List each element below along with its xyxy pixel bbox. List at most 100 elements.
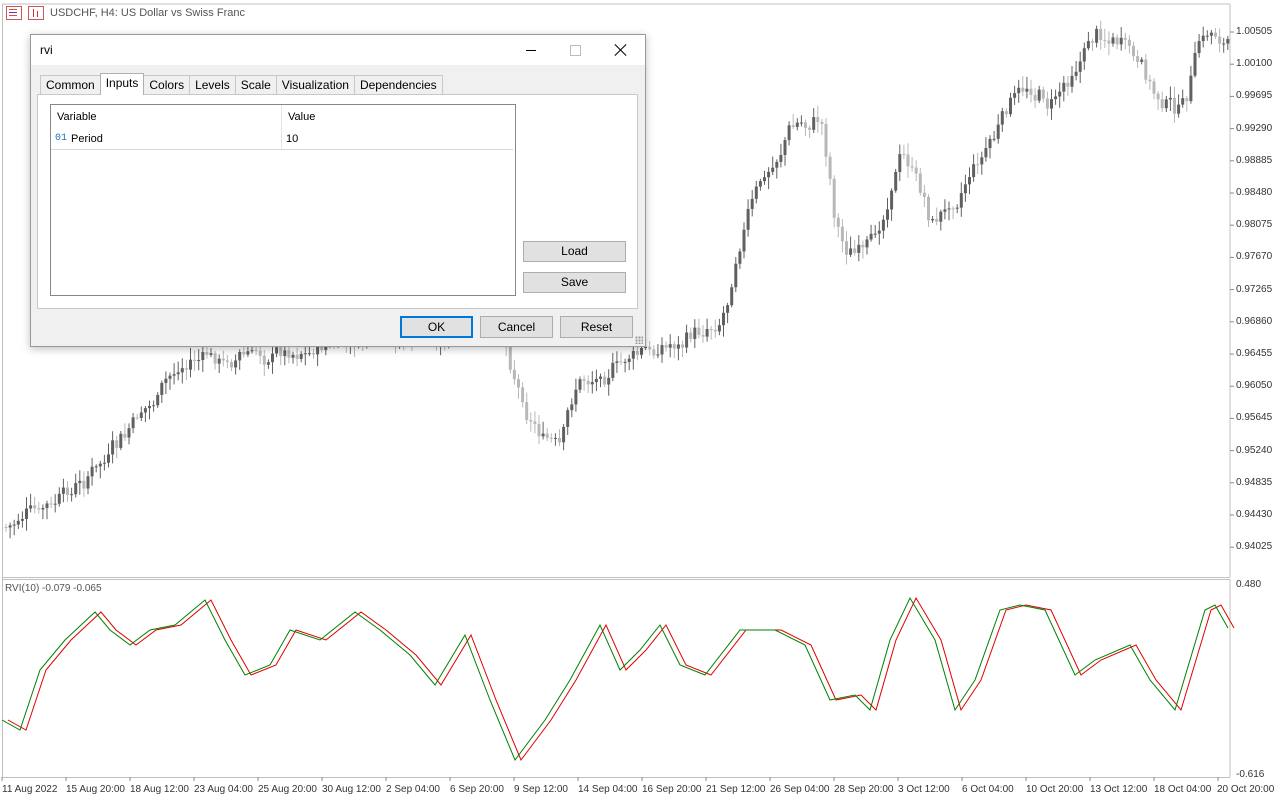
tab-scale[interactable]: Scale xyxy=(234,75,277,95)
dialog-titlebar[interactable]: rvi xyxy=(31,35,645,65)
candle-body xyxy=(279,347,283,357)
rvi-indicator xyxy=(1,596,1235,761)
candle-body xyxy=(1021,87,1025,92)
tab-visualization[interactable]: Visualization xyxy=(275,75,355,95)
time-label: 9 Sep 12:00 xyxy=(514,784,568,795)
candle-body xyxy=(86,476,90,489)
candle-body xyxy=(676,344,680,349)
minimize-button[interactable] xyxy=(509,35,553,65)
candle-body xyxy=(1103,40,1107,42)
resize-grip-icon[interactable] xyxy=(635,336,643,344)
candle-body xyxy=(795,122,799,127)
candle-body xyxy=(1193,53,1197,76)
candle-body xyxy=(1156,93,1160,100)
time-label: 6 Sep 20:00 xyxy=(450,784,504,795)
candle-body xyxy=(758,181,762,187)
cancel-button[interactable]: Cancel xyxy=(480,316,553,338)
candle-body xyxy=(582,379,586,381)
candle-body xyxy=(648,346,652,350)
candle-body xyxy=(631,351,635,359)
candle-body xyxy=(246,351,250,355)
close-icon xyxy=(615,44,627,56)
variable-name: Period xyxy=(71,133,103,145)
candle-body xyxy=(545,433,549,438)
candle-body xyxy=(1214,32,1217,37)
tab-levels[interactable]: Levels xyxy=(189,75,236,95)
load-button[interactable]: Load xyxy=(523,241,626,262)
candle-body xyxy=(955,207,959,209)
candle-body xyxy=(902,154,906,156)
candle-body xyxy=(734,263,738,288)
maximize-button[interactable] xyxy=(553,35,597,65)
candle-body xyxy=(1115,37,1119,45)
candle-body xyxy=(980,157,984,165)
candle-body xyxy=(1140,59,1144,62)
save-button[interactable]: Save xyxy=(523,272,626,293)
candle-body xyxy=(672,344,676,349)
tab-dependencies[interactable]: Dependencies xyxy=(353,75,443,95)
candle-body xyxy=(209,353,213,355)
candle-body xyxy=(664,345,668,348)
rvi-main-line xyxy=(1,596,1229,761)
candle-body xyxy=(74,483,78,495)
candle-body xyxy=(922,192,926,197)
candle-body xyxy=(894,171,898,191)
period-value[interactable]: 10 xyxy=(286,129,298,149)
candle-body xyxy=(1201,35,1205,42)
candle-body xyxy=(1004,111,1008,115)
candle-body xyxy=(8,525,12,528)
reset-button[interactable]: Reset xyxy=(560,316,633,338)
tab-colors[interactable]: Colors xyxy=(143,75,191,95)
rvi-scale-min: -0.616 xyxy=(1236,769,1265,780)
candle-body xyxy=(1168,97,1172,100)
candle-body xyxy=(1148,79,1152,82)
candle-body xyxy=(1033,94,1037,101)
inputs-table[interactable]: Variable Value 01 Period 10 xyxy=(50,104,516,296)
candle-body xyxy=(652,349,656,356)
column-header-variable[interactable]: Variable xyxy=(51,105,282,129)
candle-body xyxy=(1136,56,1140,62)
candle-body xyxy=(299,354,303,359)
ok-button[interactable]: OK xyxy=(400,316,473,338)
chart-menu-icon[interactable] xyxy=(6,6,22,20)
candle-body xyxy=(4,527,8,528)
candle-body xyxy=(635,351,639,355)
candle-body xyxy=(824,123,828,157)
candle-body xyxy=(508,346,512,370)
candle-body xyxy=(57,493,61,504)
candle-body xyxy=(517,379,520,388)
table-row[interactable]: 01 Period 10 xyxy=(51,129,513,150)
price-label: 0.99290 xyxy=(1236,122,1273,134)
candle-body xyxy=(1218,36,1222,44)
candle-body xyxy=(525,402,529,421)
candle-body xyxy=(701,334,705,337)
candle-body xyxy=(1086,41,1090,49)
candle-body xyxy=(881,219,885,231)
candle-body xyxy=(66,487,69,496)
candle-body xyxy=(992,138,996,140)
one-click-trading-icon[interactable] xyxy=(28,6,44,20)
tab-inputs[interactable]: Inputs xyxy=(99,73,145,95)
candle-body xyxy=(1091,41,1094,43)
time-label: 16 Sep 20:00 xyxy=(642,784,702,795)
candle-body xyxy=(968,177,971,185)
candle-body xyxy=(972,164,976,178)
candle-body xyxy=(857,244,861,253)
close-button[interactable] xyxy=(599,35,643,65)
candle-body xyxy=(590,382,594,385)
time-label: 3 Oct 12:00 xyxy=(898,784,950,795)
candle-body xyxy=(283,350,287,357)
candle-body xyxy=(746,208,750,230)
price-label: 0.98480 xyxy=(1236,187,1273,198)
time-label: 6 Oct 04:00 xyxy=(962,784,1014,795)
candle-body xyxy=(201,351,205,360)
candle-body xyxy=(1173,97,1176,114)
candle-body xyxy=(730,287,734,306)
column-header-value[interactable]: Value xyxy=(282,105,513,129)
candle-body xyxy=(693,327,697,339)
time-label: 2 Sep 04:00 xyxy=(386,784,440,795)
candle-body xyxy=(722,312,725,326)
candle-body xyxy=(1177,104,1181,114)
tab-common[interactable]: Common xyxy=(40,75,101,95)
candle-body xyxy=(1054,96,1058,100)
